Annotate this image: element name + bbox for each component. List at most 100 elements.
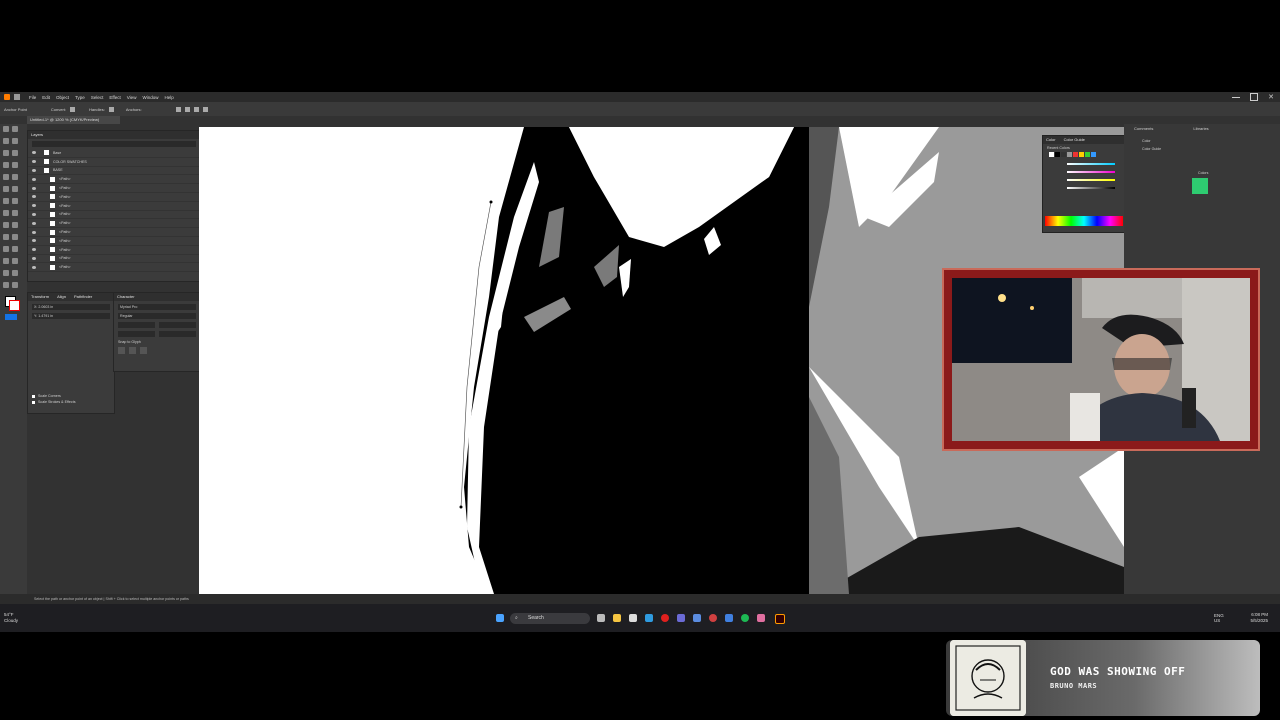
task-view-icon[interactable] bbox=[597, 614, 605, 622]
recent-colors-swatches[interactable] bbox=[1049, 152, 1119, 157]
visibility-eye-icon[interactable] bbox=[32, 151, 36, 155]
app-icon[interactable] bbox=[725, 614, 733, 622]
lasso-tool-icon[interactable] bbox=[12, 138, 18, 144]
direct-selection-tool-icon[interactable] bbox=[12, 126, 18, 132]
magenta-slider[interactable] bbox=[1067, 171, 1115, 173]
rectangle-tool-icon[interactable] bbox=[3, 174, 9, 180]
visibility-eye-icon[interactable] bbox=[32, 265, 36, 269]
taskbar-clock[interactable]: 6:08 PM 5/5/2025 bbox=[1250, 612, 1268, 624]
language-indicator[interactable]: ENG US bbox=[1214, 613, 1228, 623]
selection-tool-icon[interactable] bbox=[3, 126, 9, 132]
gradient-tool-icon[interactable] bbox=[12, 234, 18, 240]
black-slider[interactable] bbox=[1067, 187, 1115, 189]
menu-effect[interactable]: Effect bbox=[106, 95, 123, 100]
menu-select[interactable]: Select bbox=[88, 95, 107, 100]
menu-help[interactable]: Help bbox=[161, 95, 176, 100]
visibility-eye-icon[interactable] bbox=[32, 186, 36, 190]
visibility-eye-icon[interactable] bbox=[32, 177, 36, 181]
layer-row[interactable]: BASE bbox=[28, 167, 200, 176]
home-icon[interactable] bbox=[14, 94, 20, 100]
line-tool-icon[interactable] bbox=[12, 162, 18, 168]
layer-row[interactable]: COLOR SWATCHES bbox=[28, 158, 200, 167]
layer-row[interactable]: <Path> bbox=[28, 237, 200, 246]
library-color-swatch[interactable] bbox=[1192, 178, 1208, 194]
glyph-snap-icon[interactable] bbox=[118, 347, 125, 354]
layers-search-input[interactable] bbox=[32, 141, 196, 147]
artboard-tool-icon[interactable] bbox=[3, 270, 9, 276]
visibility-eye-icon[interactable] bbox=[32, 160, 36, 164]
close-icon[interactable]: ✕ bbox=[1268, 93, 1274, 101]
visibility-eye-icon[interactable] bbox=[32, 212, 36, 216]
paintbrush-tool-icon[interactable] bbox=[12, 174, 18, 180]
visibility-eye-icon[interactable] bbox=[32, 248, 36, 252]
kerning-field[interactable] bbox=[118, 331, 155, 337]
glyph-snap-icon[interactable] bbox=[140, 347, 147, 354]
layer-row[interactable]: Base bbox=[28, 149, 200, 158]
yellow-slider[interactable] bbox=[1067, 179, 1115, 181]
perspective-tool-icon[interactable] bbox=[12, 222, 18, 228]
font-family-field[interactable]: Myriad Pro bbox=[118, 304, 196, 310]
draw-mode-icon[interactable] bbox=[5, 314, 17, 320]
eraser-tool-icon[interactable] bbox=[12, 186, 18, 192]
weather-widget[interactable]: 54°F Cloudy bbox=[4, 612, 18, 624]
align-icon[interactable] bbox=[193, 106, 199, 112]
fill-stroke-swatch[interactable] bbox=[5, 296, 20, 311]
layer-row[interactable]: <Path> bbox=[28, 175, 200, 185]
file-explorer-icon[interactable] bbox=[613, 614, 621, 622]
app-icon[interactable] bbox=[677, 614, 685, 622]
tab-libraries[interactable]: Libraries bbox=[1193, 126, 1208, 131]
visibility-eye-icon[interactable] bbox=[32, 239, 36, 243]
scale-strokes-checkbox[interactable]: Scale Strokes & Effects bbox=[32, 400, 114, 404]
spotify-icon[interactable] bbox=[741, 614, 749, 622]
rotate-tool-icon[interactable] bbox=[3, 198, 9, 204]
visibility-eye-icon[interactable] bbox=[32, 221, 36, 225]
layer-row[interactable]: <Path> bbox=[28, 219, 200, 229]
tab-transform[interactable]: Transform bbox=[31, 293, 49, 301]
visibility-eye-icon[interactable] bbox=[32, 256, 36, 260]
illustrator-icon[interactable] bbox=[775, 614, 785, 624]
symbol-sprayer-tool-icon[interactable] bbox=[3, 258, 9, 264]
shape-builder-tool-icon[interactable] bbox=[3, 222, 9, 228]
pencil-tool-icon[interactable] bbox=[3, 186, 9, 192]
menu-view[interactable]: View bbox=[124, 95, 140, 100]
tab-comments[interactable]: Comments bbox=[1134, 126, 1153, 131]
layer-row[interactable]: <Path> bbox=[28, 184, 200, 193]
ai-logo-icon[interactable] bbox=[4, 94, 10, 100]
layer-row[interactable]: <Path> bbox=[28, 202, 200, 211]
convert-corner-icon[interactable] bbox=[70, 106, 76, 112]
font-style-field[interactable]: Regular bbox=[118, 313, 196, 319]
layer-row[interactable]: <Path> bbox=[28, 246, 200, 255]
edge-icon[interactable] bbox=[645, 614, 653, 622]
magic-wand-tool-icon[interactable] bbox=[3, 138, 9, 144]
blend-tool-icon[interactable] bbox=[12, 246, 18, 252]
tracking-field[interactable] bbox=[159, 331, 196, 337]
opera-icon[interactable] bbox=[661, 614, 669, 622]
visibility-eye-icon[interactable] bbox=[32, 195, 36, 199]
curvature-tool-icon[interactable] bbox=[12, 150, 18, 156]
align-icon[interactable] bbox=[175, 106, 181, 112]
menu-window[interactable]: Window bbox=[139, 95, 161, 100]
scale-tool-icon[interactable] bbox=[12, 198, 18, 204]
menu-object[interactable]: Object bbox=[53, 95, 72, 100]
free-transform-tool-icon[interactable] bbox=[12, 210, 18, 216]
layer-row[interactable]: <Path> bbox=[28, 263, 200, 273]
eyedropper-tool-icon[interactable] bbox=[3, 246, 9, 252]
app-icon[interactable] bbox=[693, 614, 701, 622]
windows-start-icon[interactable] bbox=[496, 614, 504, 622]
visibility-eye-icon[interactable] bbox=[32, 204, 36, 208]
app-icon[interactable] bbox=[709, 614, 717, 622]
type-tool-icon[interactable] bbox=[3, 162, 9, 168]
zoom-tool-icon[interactable] bbox=[12, 282, 18, 288]
maximize-icon[interactable] bbox=[1250, 93, 1259, 101]
taskbar-search[interactable]: ⌕ Search bbox=[510, 613, 590, 624]
scale-corners-checkbox[interactable]: Scale Corners bbox=[32, 394, 114, 398]
layer-row[interactable]: <Path> bbox=[28, 255, 200, 264]
menu-type[interactable]: Type bbox=[72, 95, 88, 100]
glyph-snap-icon[interactable] bbox=[129, 347, 136, 354]
store-icon[interactable] bbox=[629, 614, 637, 622]
graph-tool-icon[interactable] bbox=[12, 258, 18, 264]
menu-file[interactable]: File bbox=[26, 95, 39, 100]
app-icon[interactable] bbox=[757, 614, 765, 622]
pen-tool-icon[interactable] bbox=[3, 150, 9, 156]
document-tab[interactable]: Untitled-1* @ 1200 % (CMYK/Preview) bbox=[27, 116, 120, 124]
